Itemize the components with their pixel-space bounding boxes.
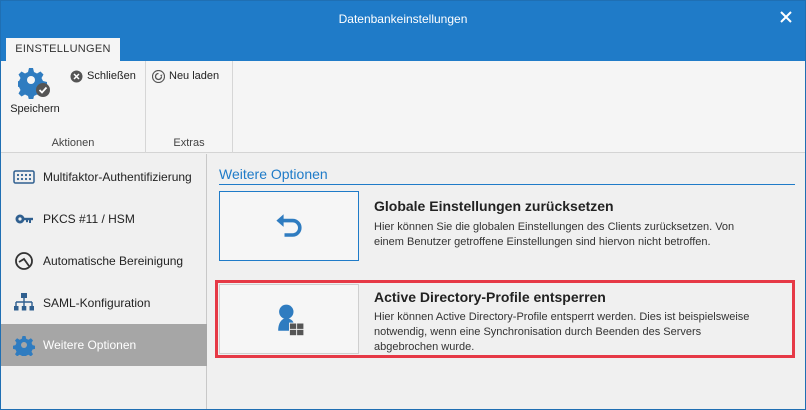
- key-icon: [13, 208, 35, 230]
- close-icon: [780, 11, 792, 23]
- reload-button[interactable]: Neu laden: [152, 68, 219, 84]
- main-content: Weitere Optionen Globale Einstellungen z…: [208, 154, 805, 409]
- ribbon: Speichern Schließen Aktionen Neu laden E…: [1, 61, 805, 153]
- highlight-frame: [215, 280, 795, 358]
- undo-icon: [276, 214, 302, 237]
- save-button-label: Speichern: [10, 103, 60, 115]
- sidebar-item-weitere-optionen[interactable]: Weitere Optionen: [1, 324, 207, 366]
- window-title: Datenbankeinstellungen: [338, 12, 468, 26]
- sidebar-item-label: PKCS #11 / HSM: [43, 212, 135, 226]
- close-button[interactable]: Schließen: [70, 68, 136, 84]
- ribbon-group-extras: Neu laden Extras: [146, 61, 233, 153]
- sidebar-item-mfa[interactable]: Multifaktor-Authentifizierung: [1, 156, 207, 198]
- close-window-button[interactable]: [773, 5, 799, 29]
- save-button[interactable]: Speichern: [9, 67, 61, 119]
- section-title: Weitere Optionen: [219, 166, 328, 182]
- reset-global-settings-description: Hier können Sie die globalen Einstellung…: [374, 220, 794, 250]
- save-settings-icon: [18, 68, 50, 99]
- sidebar-item-saml[interactable]: SAML-Konfiguration: [1, 282, 207, 324]
- sidebar-item-cleanup[interactable]: Automatische Bereinigung: [1, 240, 207, 282]
- tab-einstellungen[interactable]: EINSTELLUNGEN: [6, 38, 120, 61]
- ribbon-group-actions: Speichern Schließen Aktionen: [1, 61, 146, 153]
- reset-global-settings-tile[interactable]: [219, 191, 359, 261]
- description-line: einem Benutzer getroffene Einstellungen …: [374, 236, 711, 248]
- settings-window: Datenbankeinstellungen EINSTELLUNGEN Spe…: [0, 0, 806, 410]
- cleanup-icon: [13, 250, 35, 272]
- description-line: Hier können Sie die globalen Einstellung…: [374, 221, 735, 233]
- network-icon: [13, 292, 35, 314]
- sidebar-item-pkcs[interactable]: PKCS #11 / HSM: [1, 198, 207, 240]
- ribbon-tab-strip: EINSTELLUNGEN: [1, 38, 805, 61]
- sidebar: Multifaktor-Authentifizierung PKCS #11 /…: [1, 154, 207, 409]
- reload-button-label: Neu laden: [169, 70, 220, 82]
- section-divider: [219, 184, 795, 185]
- keypad-icon: [13, 166, 35, 188]
- sidebar-item-label: Multifaktor-Authentifizierung: [43, 170, 192, 184]
- reload-icon: [152, 69, 165, 83]
- close-circle-icon: [70, 70, 83, 82]
- sidebar-item-label: SAML-Konfiguration: [43, 296, 151, 310]
- gear-icon: [13, 334, 35, 356]
- title-bar: Datenbankeinstellungen: [1, 1, 805, 38]
- sidebar-item-label: Automatische Bereinigung: [43, 254, 184, 268]
- group-label-extras: Extras: [173, 137, 205, 149]
- close-button-label: Schließen: [87, 70, 136, 82]
- reset-global-settings-title: Globale Einstellungen zurücksetzen: [374, 198, 614, 214]
- group-label-actions: Aktionen: [51, 137, 95, 149]
- sidebar-item-label: Weitere Optionen: [43, 338, 137, 352]
